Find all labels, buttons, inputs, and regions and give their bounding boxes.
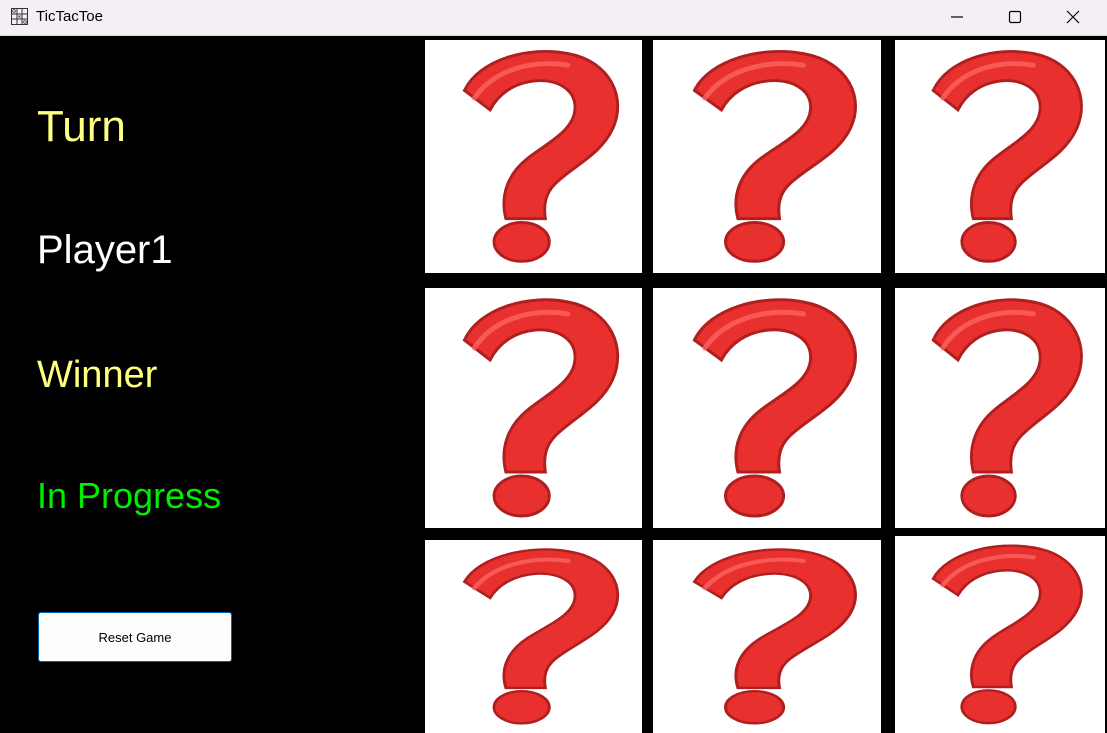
question-mark-icon (931, 298, 1083, 518)
current-player-label: Player1 (37, 228, 173, 272)
minimize-button[interactable] (929, 0, 987, 35)
status-panel: Turn Player1 Winner In Progress Reset Ga… (0, 36, 423, 733)
question-mark-icon (462, 50, 620, 263)
board-cell[interactable] (895, 536, 1105, 733)
app-window: TicTacToe Turn Player1 Winner In Progres… (0, 0, 1107, 733)
question-mark-icon (692, 548, 857, 725)
board-cell[interactable] (653, 540, 881, 733)
window-title: TicTacToe (36, 8, 103, 25)
board-cell[interactable] (425, 540, 642, 733)
minimize-icon (951, 16, 963, 18)
turn-label: Turn (37, 102, 126, 151)
close-icon (1066, 10, 1080, 24)
board-cell[interactable] (425, 40, 642, 273)
game-board (423, 36, 1107, 733)
board-cell[interactable] (653, 40, 881, 273)
question-mark-icon (931, 50, 1083, 263)
maximize-button[interactable] (987, 0, 1045, 35)
maximize-icon (1008, 10, 1022, 24)
app-icon (11, 8, 28, 25)
board-cell[interactable] (653, 288, 881, 528)
game-status-label: In Progress (37, 475, 222, 516)
question-mark-icon (931, 544, 1083, 725)
board-cell[interactable] (895, 40, 1105, 273)
title-bar[interactable]: TicTacToe (0, 0, 1107, 36)
board-cell[interactable] (895, 288, 1105, 528)
question-mark-icon (692, 50, 857, 263)
question-mark-icon (692, 298, 857, 518)
question-mark-icon (462, 548, 620, 725)
board-cell[interactable] (425, 288, 642, 528)
close-button[interactable] (1045, 0, 1103, 35)
reset-game-button[interactable]: Reset Game (38, 612, 232, 662)
winner-label: Winner (37, 354, 158, 396)
question-mark-icon (462, 298, 620, 518)
